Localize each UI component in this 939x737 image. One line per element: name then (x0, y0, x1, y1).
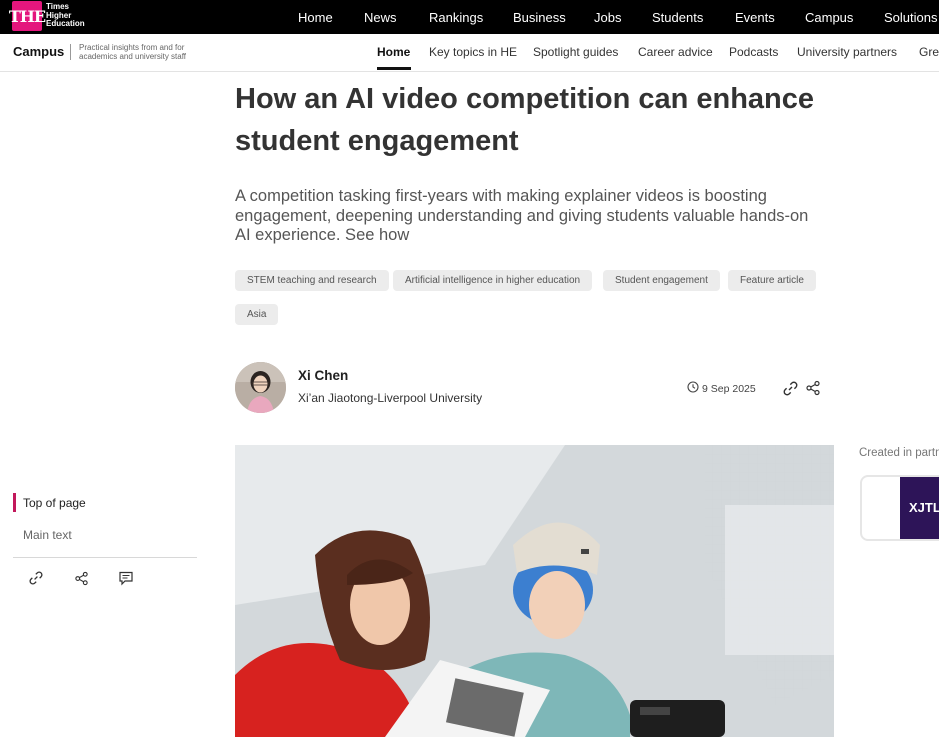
logo-mark: THE (9, 1, 46, 31)
date-text: 9 Sep 2025 (702, 382, 756, 395)
article-title: How an AI video competition can enhance … (235, 78, 835, 162)
nav-news[interactable]: News (364, 10, 397, 25)
article-hero-image (235, 445, 834, 737)
avatar-image (235, 362, 286, 413)
subnav-home[interactable]: Home (377, 45, 410, 59)
tag-student-engagement[interactable]: Student engagement (603, 270, 720, 291)
tag-ai-higher-education[interactable]: Artificial intelligence in higher educat… (393, 270, 593, 291)
logo-line: Education (46, 19, 85, 29)
author-avatar[interactable] (235, 362, 286, 413)
the-logo[interactable]: THE Times Higher Education (9, 1, 85, 31)
toc-active-indicator (13, 493, 16, 512)
divider (13, 557, 197, 558)
toc-top-of-page[interactable]: Top of page (23, 496, 86, 510)
nav-events[interactable]: Events (735, 10, 775, 25)
partner-label: Created in partn (859, 447, 939, 459)
subnav-key-topics[interactable]: Key topics in HE (429, 45, 517, 59)
nav-home[interactable]: Home (298, 10, 333, 25)
title-line: How an AI video competition can enhance (235, 83, 815, 115)
author-name[interactable]: Xi Chen (298, 368, 348, 383)
tag-stem[interactable]: STEM teaching and research (235, 270, 389, 291)
comment-icon[interactable] (117, 569, 135, 587)
partner-card[interactable]: XJTL (860, 475, 939, 541)
nav-business[interactable]: Business (513, 10, 566, 25)
subnav-university-partners[interactable]: University partners (797, 45, 897, 59)
active-tab-indicator (377, 67, 411, 70)
nav-rankings[interactable]: Rankings (429, 10, 483, 25)
tag-asia[interactable]: Asia (235, 304, 279, 325)
author-institution: Xi’an Jiaotong-Liverpool University (298, 391, 483, 405)
subnav-spotlight-guides[interactable]: Spotlight guides (533, 45, 618, 59)
clock-icon (687, 381, 699, 396)
share-icon[interactable] (804, 379, 822, 397)
subnav-more[interactable]: Gre (919, 45, 939, 59)
campus-section-title[interactable]: Campus (13, 44, 64, 59)
link-icon[interactable] (27, 569, 45, 587)
nav-students[interactable]: Students (652, 10, 703, 25)
publish-date: 9 Sep 2025 (687, 381, 756, 396)
toc-main-text[interactable]: Main text (23, 528, 72, 542)
divider (70, 44, 71, 60)
article-standfirst: A competition tasking first-years with m… (235, 187, 809, 244)
top-navigation-bar: THE Times Higher Education Home News Ran… (0, 0, 939, 34)
nav-solutions[interactable]: Solutions (884, 10, 937, 25)
logo-wordmark: Times Higher Education (46, 3, 85, 29)
subnav-podcasts[interactable]: Podcasts (729, 45, 778, 59)
campus-tagline: Practical insights from and for academic… (79, 43, 187, 61)
hero-photo (235, 445, 834, 737)
tag-feature-article[interactable]: Feature article (728, 270, 816, 291)
partner-logo: XJTL (900, 477, 939, 539)
nav-campus[interactable]: Campus (805, 10, 853, 25)
link-icon[interactable] (781, 379, 799, 397)
campus-sub-navigation: Campus Practical insights from and for a… (0, 34, 939, 72)
share-icon[interactable] (72, 569, 90, 587)
subnav-career-advice[interactable]: Career advice (638, 45, 713, 59)
nav-jobs[interactable]: Jobs (594, 10, 621, 25)
title-line: student engagement (235, 125, 519, 157)
